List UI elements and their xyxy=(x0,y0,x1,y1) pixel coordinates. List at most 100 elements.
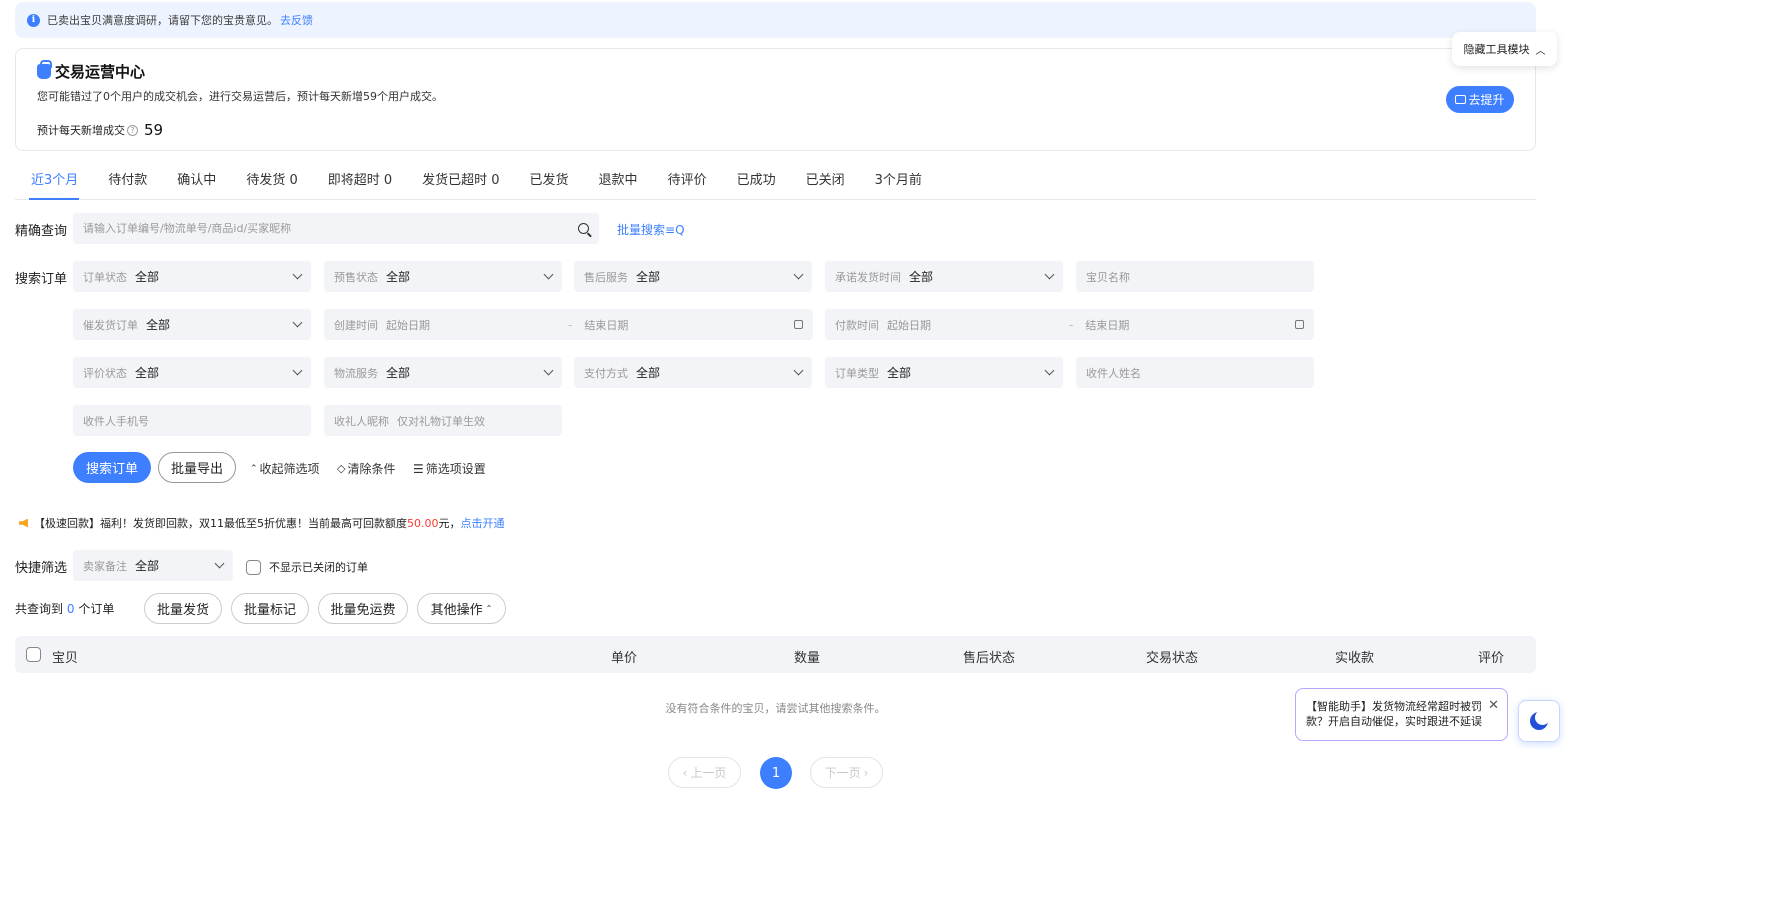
review-status-select[interactable]: 评价状态 全部 xyxy=(73,357,311,388)
smart-assistant-button[interactable] xyxy=(1518,700,1560,742)
logistics-service-key: 物流服务 xyxy=(334,366,378,380)
tab-to-review[interactable]: 待评价 xyxy=(653,168,722,199)
batch-search-link[interactable]: 批量搜索≡Q xyxy=(617,221,685,238)
pay-method-select[interactable]: 支付方式 全部 xyxy=(574,357,812,388)
tab-shipped[interactable]: 已发货 xyxy=(515,168,584,199)
presale-status-value: 全部 xyxy=(386,270,411,284)
tab-before-3-months[interactable]: 3个月前 xyxy=(860,168,937,199)
tab-succeeded[interactable]: 已成功 xyxy=(722,168,791,199)
list-search-icon: ≡Q xyxy=(665,223,685,237)
chevron-left-icon: ‹ xyxy=(682,765,688,780)
speaker-icon xyxy=(19,518,28,528)
receiver-phone-placeholder: 收件人手机号 xyxy=(83,414,149,428)
column-received-amount: 实收款 xyxy=(1335,651,1375,666)
urge-order-select[interactable]: 催发货订单 全部 xyxy=(73,309,311,340)
promo-open-link[interactable]: 点击开通 xyxy=(461,515,505,531)
search-icon[interactable] xyxy=(578,223,589,234)
tab-recent-3-months[interactable]: 近3个月 xyxy=(15,168,93,200)
order-status-value: 全部 xyxy=(135,270,160,284)
promise-ship-time-value: 全部 xyxy=(909,270,934,284)
order-type-select[interactable]: 订单类型 全部 xyxy=(825,357,1063,388)
collapse-filters-label: 收起筛选项 xyxy=(259,462,320,476)
hide-tools-module-button[interactable]: 隐藏工具模块 ︿ xyxy=(1452,32,1557,66)
gift-receiver-input[interactable]: 收礼人昵称 仅对礼物订单生效 xyxy=(324,405,562,436)
batch-export-button[interactable]: 批量导出 xyxy=(158,452,236,483)
fast-payback-promo: 【极速回款】福利！发货即回款，双11最低至5折优惠！当前最高可回款额度 50.00… xyxy=(19,515,505,531)
receiver-name-placeholder: 收件人姓名 xyxy=(1086,366,1141,380)
receiver-phone-input[interactable]: 收件人手机号 xyxy=(73,405,311,436)
survey-notice-bar: i 已卖出宝贝满意度调研，请留下您的宝贵意见。 去反馈 xyxy=(15,2,1536,38)
next-page-label: 下一页 xyxy=(824,766,861,780)
select-all-checkbox[interactable] xyxy=(26,647,41,662)
next-page-button[interactable]: 下一页 › xyxy=(810,757,883,788)
chevron-down-icon xyxy=(292,365,303,376)
survey-notice-text: 已卖出宝贝满意度调研，请留下您的宝贵意见。 xyxy=(47,14,278,27)
current-page-button[interactable]: 1 xyxy=(760,757,792,789)
calendar-icon xyxy=(1295,320,1304,329)
tab-refunding[interactable]: 退款中 xyxy=(584,168,653,199)
other-actions-button[interactable]: 其他操作 ⌃ xyxy=(417,593,506,624)
date-range-separator: - xyxy=(1069,317,1074,332)
close-icon[interactable]: ✕ xyxy=(1488,698,1499,713)
pay-time-range[interactable]: 付款时间 起始日期 - 结束日期 xyxy=(825,309,1314,340)
tab-pending-payment[interactable]: 待付款 xyxy=(93,168,162,199)
hide-closed-checkbox[interactable] xyxy=(246,559,261,575)
promise-ship-time-select[interactable]: 承诺发货时间 全部 xyxy=(825,261,1063,292)
chevron-down-icon xyxy=(543,269,554,280)
chart-icon xyxy=(1455,95,1467,104)
review-status-key: 评价状态 xyxy=(83,366,127,380)
other-actions-label: 其他操作 xyxy=(430,603,483,618)
prev-page-button[interactable]: ‹ 上一页 xyxy=(668,757,741,788)
create-time-start[interactable]: 起始日期 xyxy=(386,317,556,333)
search-orders-button[interactable]: 搜索订单 xyxy=(73,452,151,483)
order-status-key: 订单状态 xyxy=(83,270,127,284)
list-icon: ☰ xyxy=(413,461,424,476)
quick-filter-label: 快捷筛选 xyxy=(15,561,68,576)
gift-receiver-placeholder: 仅对礼物订单生效 xyxy=(397,414,485,428)
filter-settings-button[interactable]: ☰ 筛选项设置 xyxy=(413,460,486,477)
pay-time-start[interactable]: 起始日期 xyxy=(887,317,1057,333)
tab-to-ship[interactable]: 待发货 0 xyxy=(231,168,312,199)
trade-ops-center-card: 交易运营中心 您可能错过了0个用户的成交机会，进行交易运营后，预计每天新增59个… xyxy=(15,48,1536,151)
tab-about-to-timeout[interactable]: 即将超时 0 xyxy=(313,168,407,199)
seller-note-select[interactable]: 卖家备注 全部 xyxy=(73,550,233,581)
review-status-value: 全部 xyxy=(135,366,160,380)
ops-center-title-text: 交易运营中心 xyxy=(55,63,146,81)
logistics-service-select[interactable]: 物流服务 全部 xyxy=(324,357,562,388)
clear-conditions-label: 清除条件 xyxy=(347,462,396,476)
exact-search-input[interactable] xyxy=(83,222,578,235)
tab-ship-timed-out[interactable]: 发货已超时 0 xyxy=(407,168,514,199)
pay-time-end[interactable]: 结束日期 xyxy=(1085,317,1295,333)
search-orders-label: 搜索订单 xyxy=(15,272,68,287)
clear-conditions-button[interactable]: ◇ 清除条件 xyxy=(337,460,395,477)
eraser-icon: ◇ xyxy=(337,462,346,475)
promo-amount: 50.00 xyxy=(407,516,439,530)
item-name-input[interactable]: 宝贝名称 xyxy=(1076,261,1314,292)
tab-confirming[interactable]: 确认中 xyxy=(162,168,231,199)
feedback-link[interactable]: 去反馈 xyxy=(280,12,313,28)
info-icon: i xyxy=(27,13,40,27)
after-sale-select[interactable]: 售后服务 全部 xyxy=(574,261,812,292)
presale-status-select[interactable]: 预售状态 全部 xyxy=(324,261,562,292)
receiver-name-input[interactable]: 收件人姓名 xyxy=(1076,357,1314,388)
boost-button[interactable]: 去提升 xyxy=(1446,86,1514,113)
urge-order-value: 全部 xyxy=(146,318,171,332)
result-count: 共查询到 0 个订单 xyxy=(15,600,114,617)
batch-ship-button[interactable]: 批量发货 xyxy=(144,593,222,624)
column-trade-status: 交易状态 xyxy=(1146,651,1199,666)
logistics-service-value: 全部 xyxy=(386,366,411,380)
order-status-select[interactable]: 订单状态 全部 xyxy=(73,261,311,292)
order-type-value: 全部 xyxy=(887,366,912,380)
batch-free-shipping-button[interactable]: 批量免运费 xyxy=(318,593,408,624)
order-status-tabs: 近3个月 待付款 确认中 待发货 0 即将超时 0 发货已超时 0 已发货 退款… xyxy=(15,168,1536,200)
ops-center-title: 交易运营中心 xyxy=(37,60,146,82)
gift-receiver-key: 收礼人昵称 xyxy=(334,414,389,428)
item-name-placeholder: 宝贝名称 xyxy=(1086,270,1130,284)
tab-closed[interactable]: 已关闭 xyxy=(791,168,860,199)
boost-button-label: 去提升 xyxy=(1468,93,1505,107)
create-time-range[interactable]: 创建时间 起始日期 - 结束日期 xyxy=(324,309,813,340)
batch-mark-button[interactable]: 批量标记 xyxy=(231,593,309,624)
collapse-filters-button[interactable]: ⌃ 收起筛选项 xyxy=(250,460,320,477)
create-time-end[interactable]: 结束日期 xyxy=(584,317,794,333)
help-question-icon[interactable]: ? xyxy=(127,124,138,136)
